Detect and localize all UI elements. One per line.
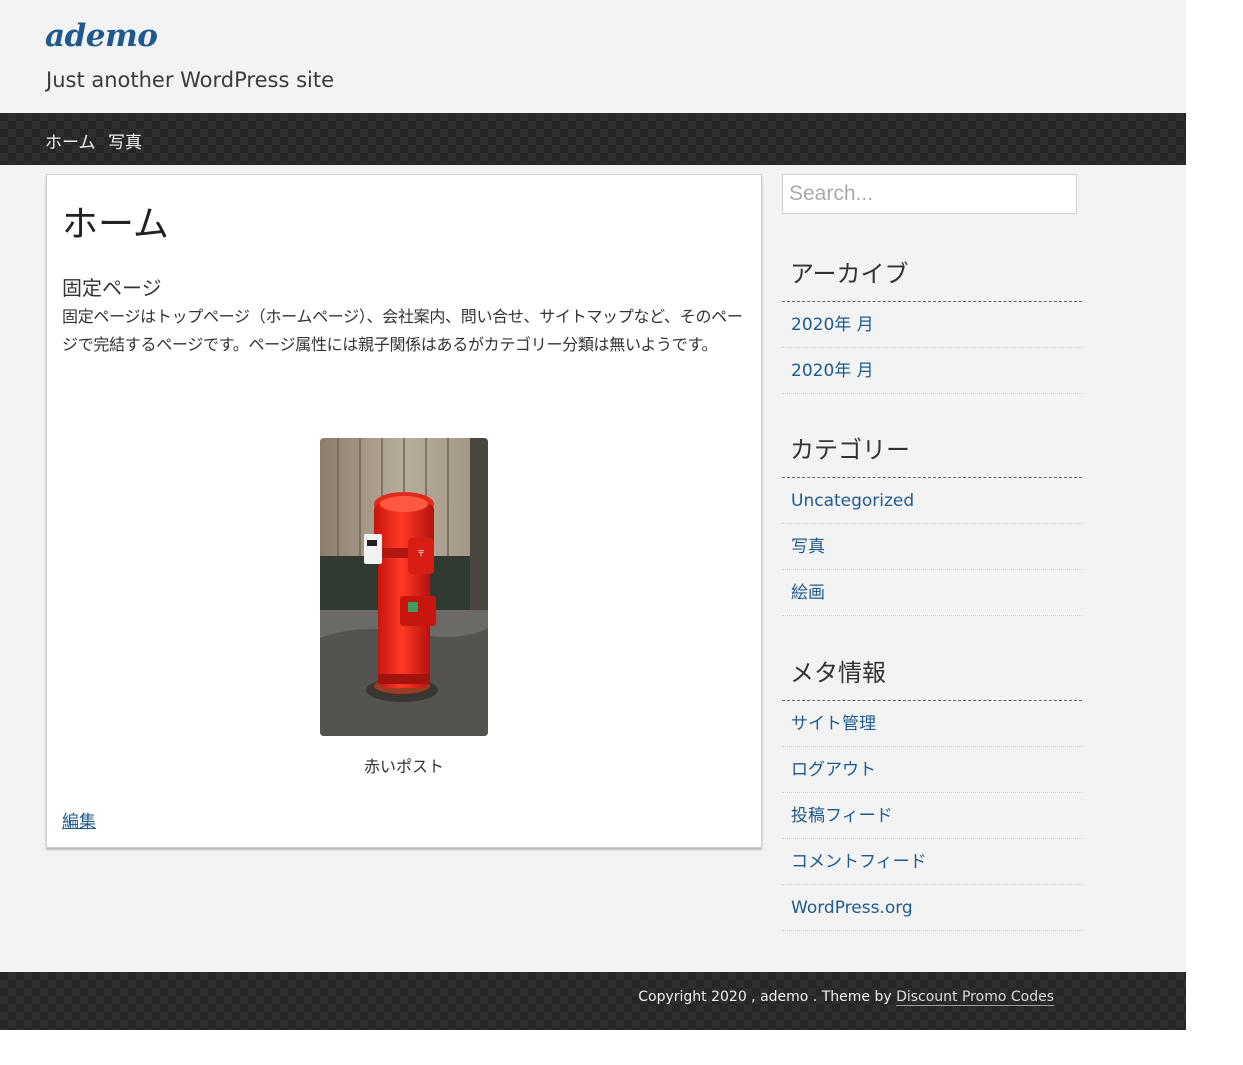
mailbox-photo[interactable]: 〒 (320, 438, 488, 736)
nav-item-photos[interactable]: 写真 (108, 128, 142, 153)
page-title: ホーム (62, 204, 169, 245)
site-description: Just another WordPress site (46, 68, 335, 92)
site-header: ademo Just another WordPress site (0, 0, 1186, 113)
site-footer: Copyright 2020 , ademo . Theme by Discou… (0, 972, 1186, 1030)
footer-copyright: Copyright 2020 , ademo . Theme by (638, 989, 897, 1005)
nav-item-home[interactable]: ホーム (45, 128, 96, 153)
content-box: ホーム 固定ページ 固定ページはトップページ（ホームページ）、会社案内、問い合せ… (46, 174, 762, 848)
category-item-paintings[interactable]: 絵画 (782, 570, 1082, 616)
page: ademo Just another WordPress site ホーム 写真… (0, 0, 1186, 1030)
category-item-photos[interactable]: 写真 (782, 524, 1082, 570)
site-title[interactable]: ademo (45, 18, 158, 54)
meta-item-wordpress-org[interactable]: WordPress.org (782, 885, 1082, 931)
search-input[interactable] (782, 174, 1077, 214)
archive-item[interactable]: 2020年 月 (782, 302, 1082, 348)
categories-widget-title: カテゴリー (782, 430, 1082, 478)
footer-theme-link[interactable]: Discount Promo Codes (896, 989, 1054, 1006)
red-mailbox-photo-icon: 〒 (320, 438, 488, 736)
image-caption: 赤いポスト (363, 757, 444, 776)
meta-item-logout[interactable]: ログアウト (782, 747, 1082, 793)
meta-widget-title: メタ情報 (782, 653, 1082, 701)
svg-text:〒: 〒 (417, 549, 425, 558)
edit-link[interactable]: 編集 (62, 807, 96, 832)
meta-item-site-admin[interactable]: サイト管理 (782, 701, 1082, 747)
meta-item-comments-feed[interactable]: コメントフィード (782, 839, 1082, 885)
content-subheading: 固定ページ (62, 276, 162, 300)
content-body: 固定ページはトップページ（ホームページ）、会社案内、問い合せ、サイトマップなど、… (62, 307, 743, 354)
meta-item-posts-feed[interactable]: 投稿フィード (782, 793, 1082, 839)
footer-credits: Copyright 2020 , ademo . Theme by Discou… (638, 989, 1054, 1006)
archive-item[interactable]: 2020年 月 (782, 348, 1082, 394)
category-item-uncategorized[interactable]: Uncategorized (782, 478, 1082, 524)
main-navigation: ホーム 写真 (0, 113, 1186, 165)
archives-widget-title: アーカイブ (782, 254, 1082, 302)
